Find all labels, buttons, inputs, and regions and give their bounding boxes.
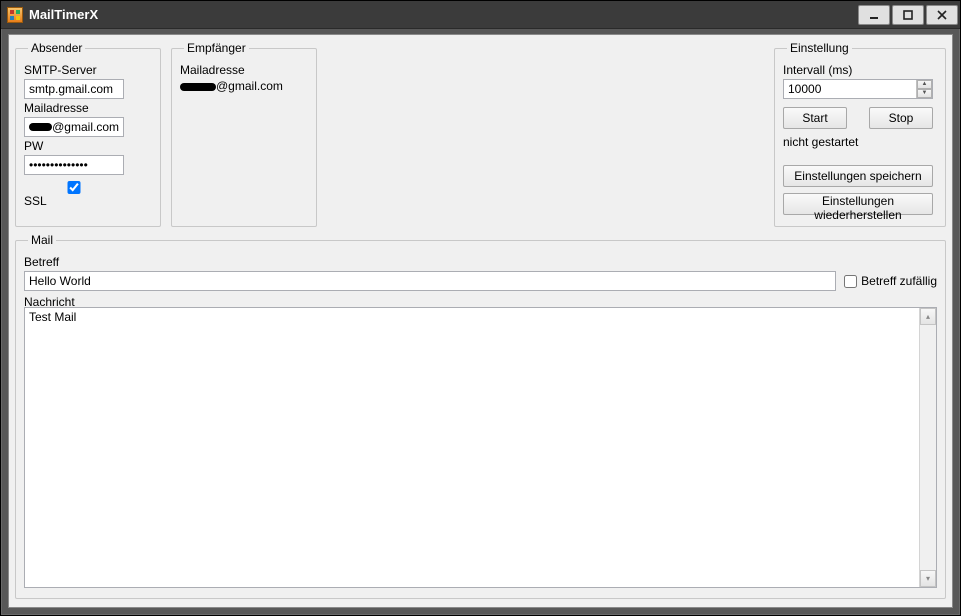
scroll-up-icon[interactable]: ▴ bbox=[920, 308, 936, 325]
betreff-random-label: Betreff zufällig bbox=[861, 274, 937, 288]
groupbox-empfaenger-legend: Empfänger bbox=[184, 41, 249, 55]
start-button[interactable]: Start bbox=[783, 107, 847, 129]
status-text: nicht gestartet bbox=[783, 135, 937, 149]
nachricht-scrollbar[interactable]: ▴ ▾ bbox=[919, 308, 936, 587]
betreff-label: Betreff bbox=[24, 255, 937, 269]
client-area: Absender SMTP-Server Mailadresse @gmail.… bbox=[8, 34, 953, 608]
pw-input[interactable] bbox=[24, 155, 124, 175]
save-settings-button[interactable]: Einstellungen speichern bbox=[783, 165, 933, 187]
sender-mail-label: Mailadresse bbox=[24, 101, 152, 115]
betreff-input[interactable] bbox=[24, 271, 836, 291]
betreff-random-wrap[interactable]: Betreff zufällig bbox=[844, 274, 937, 288]
groupbox-absender: Absender SMTP-Server Mailadresse @gmail.… bbox=[15, 41, 161, 227]
window-buttons bbox=[856, 5, 958, 25]
groupbox-absender-legend: Absender bbox=[28, 41, 85, 55]
groupbox-empfaenger: Empfänger Mailadresse @gmail.com bbox=[171, 41, 317, 227]
sender-mail-redacted bbox=[29, 123, 52, 131]
restore-settings-button[interactable]: Einstellungen wiederherstellen bbox=[783, 193, 933, 215]
spinner-up-icon[interactable]: ▲ bbox=[917, 80, 932, 89]
sender-mail-input[interactable]: @gmail.com bbox=[24, 117, 124, 137]
smtp-server-input[interactable] bbox=[24, 79, 124, 99]
betreff-random-checkbox[interactable] bbox=[844, 275, 857, 288]
ssl-label: SSL bbox=[24, 194, 47, 208]
minimize-button[interactable] bbox=[858, 5, 890, 25]
stop-button[interactable]: Stop bbox=[869, 107, 933, 129]
scroll-down-icon[interactable]: ▾ bbox=[920, 570, 936, 587]
nachricht-textarea[interactable] bbox=[25, 308, 919, 587]
recipient-mail-label: Mailadresse bbox=[180, 63, 308, 77]
groupbox-mail: Mail Betreff Betreff zufällig Nachricht … bbox=[15, 233, 946, 599]
interval-label: Intervall (ms) bbox=[783, 63, 937, 77]
pw-label: PW bbox=[24, 139, 152, 153]
ssl-checkbox[interactable] bbox=[24, 181, 124, 194]
app-icon bbox=[7, 7, 23, 23]
groupbox-einstellung-legend: Einstellung bbox=[787, 41, 852, 55]
spinner-down-icon[interactable]: ▼ bbox=[917, 89, 932, 98]
recipient-mail-redacted bbox=[180, 83, 216, 91]
maximize-button[interactable] bbox=[892, 5, 924, 25]
groupbox-einstellung: Einstellung Intervall (ms) ▲ ▼ Start Sto… bbox=[774, 41, 946, 227]
interval-spinner[interactable]: ▲ ▼ bbox=[916, 80, 932, 98]
smtp-server-label: SMTP-Server bbox=[24, 63, 152, 77]
ssl-checkbox-wrap[interactable]: SSL bbox=[24, 181, 152, 208]
titlebar[interactable]: MailTimerX bbox=[1, 1, 960, 29]
interval-input[interactable] bbox=[783, 79, 933, 99]
recipient-mail-suffix: @gmail.com bbox=[216, 79, 283, 93]
window-title: MailTimerX bbox=[29, 7, 98, 22]
sender-mail-suffix: @gmail.com bbox=[52, 120, 119, 134]
groupbox-mail-legend: Mail bbox=[28, 233, 56, 247]
window-frame: MailTimerX Absender SMTP-Server Mailadre… bbox=[0, 0, 961, 616]
nachricht-wrap: ▴ ▾ bbox=[24, 307, 937, 588]
close-button[interactable] bbox=[926, 5, 958, 25]
recipient-mail-value: @gmail.com bbox=[180, 79, 308, 93]
